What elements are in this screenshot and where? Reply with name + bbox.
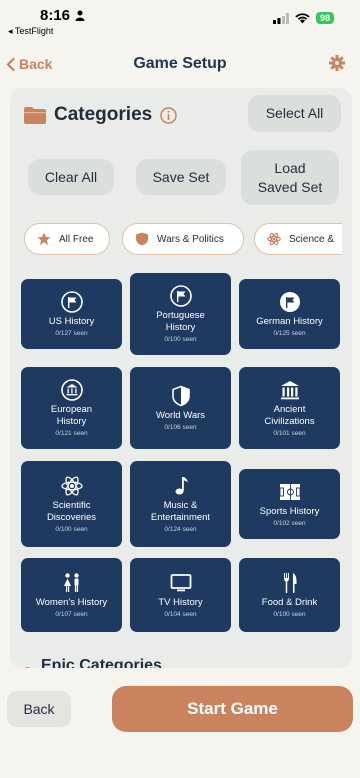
category-seen-count: 0/106 seen — [164, 424, 197, 432]
category-seen-count: 0/101 seen — [273, 430, 306, 438]
categories-panel: Categories Select All Clear All Save Set… — [10, 88, 352, 668]
navigation-bar: Back Game Setup — [0, 44, 360, 84]
category-tile-ancient-civilizations[interactable]: Ancient Civilizations 0/101 seen — [239, 367, 340, 449]
category-seen-count: 0/100 seen — [164, 336, 197, 344]
status-time: 8:16 — [40, 7, 71, 24]
atom-icon — [60, 476, 83, 496]
clear-all-button[interactable]: Clear All — [28, 159, 114, 195]
category-tile-european-history[interactable]: European History 0/121 seen — [21, 367, 122, 449]
columns-icon — [280, 380, 299, 399]
category-seen-count: 0/100 seen — [55, 526, 88, 534]
load-saved-set-button[interactable]: Load Saved Set — [241, 150, 339, 205]
category-seen-count: 0/121 seen — [55, 430, 88, 438]
page-title: Game Setup — [133, 55, 227, 72]
save-set-button[interactable]: Save Set — [136, 159, 226, 195]
bottom-action-bar: Back Start Game — [0, 668, 360, 778]
category-seen-count: 0/107 seen — [55, 611, 88, 619]
select-all-button[interactable]: Select All — [248, 95, 341, 132]
battery-indicator: 98 — [315, 12, 334, 24]
category-name: Portuguese History — [156, 309, 205, 333]
category-seen-count: 0/102 seen — [273, 520, 306, 528]
start-game-button[interactable]: Start Game — [112, 686, 353, 732]
category-name: Ancient Civilizations — [264, 403, 315, 427]
category-name: TV History — [158, 596, 203, 608]
flag-icon — [169, 284, 192, 307]
category-name: Scientific Discoveries — [46, 499, 97, 523]
info-icon[interactable] — [160, 106, 177, 124]
chip-label: Science & — [289, 233, 335, 245]
category-seen-count: 0/104 seen — [164, 611, 197, 619]
categories-title: Categories — [54, 104, 153, 125]
bank-icon — [60, 378, 83, 401]
category-name: Music & Entertainment — [150, 499, 211, 523]
flag-icon — [60, 290, 83, 313]
category-name: Sports History — [259, 505, 320, 517]
category-tile-sports-history[interactable]: Sports History 0/102 seen — [239, 469, 340, 539]
category-tile-music-entertainment[interactable]: Music & Entertainment 0/124 seen — [130, 461, 231, 547]
testflight-back-link[interactable]: ◂ TestFlight — [8, 26, 53, 37]
category-name: European History — [50, 403, 93, 427]
chip-wars-politics[interactable]: Wars & Politics — [122, 223, 244, 255]
chip-label: All Free — [59, 233, 94, 245]
category-tile-german-history[interactable]: German History 0/125 seen — [239, 279, 340, 349]
chip-science[interactable]: Science & — [254, 223, 342, 255]
category-tile-food-drink[interactable]: Food & Drink 0/100 seen — [239, 558, 340, 632]
wifi-icon — [295, 12, 310, 23]
back-button[interactable]: Back — [7, 691, 71, 727]
category-tile-us-history[interactable]: US History 0/127 seen — [21, 279, 122, 349]
category-seen-count: 0/125 seen — [273, 330, 306, 338]
category-name: German History — [256, 315, 323, 327]
category-seen-count: 0/127 seen — [55, 330, 88, 338]
category-tile-scientific-discoveries[interactable]: Scientific Discoveries 0/100 seen — [21, 461, 122, 547]
category-name: US History — [48, 315, 95, 327]
fork-knife-icon — [283, 572, 297, 593]
category-name: Women's History — [35, 596, 108, 608]
flag-icon — [279, 291, 300, 312]
category-tile-tv-history[interactable]: TV History 0/104 seen — [130, 558, 231, 632]
person-icon — [75, 10, 85, 21]
shield-icon — [136, 232, 148, 246]
category-name: World Wars — [155, 409, 206, 421]
status-indicators: 98 — [272, 12, 334, 24]
filter-chips: All Free Wars & Politics Science & — [24, 223, 342, 255]
category-seen-count: 0/100 seen — [273, 611, 306, 619]
music-note-icon — [175, 476, 188, 495]
category-seen-count: 0/124 seen — [164, 526, 197, 534]
category-tile-womens-history[interactable]: Women's History 0/107 seen — [21, 558, 122, 632]
chip-all-free[interactable]: All Free — [24, 223, 110, 255]
shield-icon — [171, 385, 190, 406]
status-bar: 8:16 ◂ TestFlight 98 — [0, 0, 360, 42]
atom-icon — [267, 232, 281, 246]
folder-icon — [24, 107, 46, 124]
category-tile-portuguese-history[interactable]: Portuguese History 0/100 seen — [130, 273, 231, 355]
category-name: Food & Drink — [261, 596, 318, 608]
tv-icon — [170, 573, 191, 591]
soccer-field-icon — [279, 483, 300, 500]
categories-header: Categories — [24, 104, 177, 126]
gear-icon[interactable] — [329, 55, 345, 71]
category-tile-world-wars[interactable]: World Wars 0/106 seen — [130, 367, 231, 449]
star-icon — [37, 232, 51, 245]
chip-label: Wars & Politics — [157, 233, 224, 245]
women-icon — [63, 572, 79, 592]
cellular-signal-icon — [272, 12, 289, 24]
